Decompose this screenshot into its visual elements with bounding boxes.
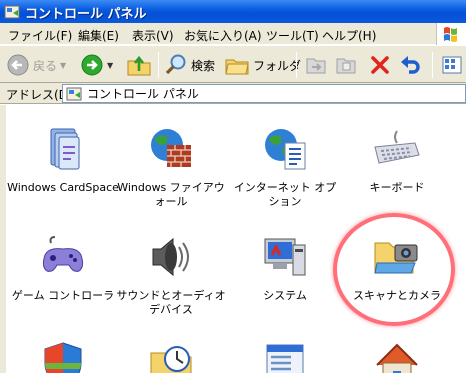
menu-favorites[interactable]: お気に入り(A): [184, 27, 262, 44]
back-dropdown-icon[interactable]: ▼: [60, 61, 66, 70]
item-keyboard[interactable]: キーボード: [341, 125, 453, 195]
control-panel-icon: [66, 87, 82, 100]
delete-button[interactable]: [368, 51, 392, 79]
menu-view[interactable]: 表示(V): [132, 27, 174, 44]
up-folder-button[interactable]: [126, 51, 152, 79]
scheduled-tasks-icon: [150, 346, 192, 373]
game-controller-icon: [42, 236, 84, 272]
undo-icon: [401, 56, 420, 74]
item-taskbar-start-menu[interactable]: [229, 341, 341, 373]
undo-button[interactable]: [398, 51, 422, 79]
folders-icon: [225, 59, 249, 75]
item-user-accounts[interactable]: [341, 341, 453, 373]
up-folder-icon: [127, 55, 151, 76]
item-windows-firewall[interactable]: Windows ファイアウォール: [115, 125, 227, 209]
menu-bar: ファイル(F) 編集(E) 表示(V) お気に入り(A) ツール(T) ヘルプ(…: [0, 23, 466, 45]
toolbar-separator: [296, 52, 297, 78]
cardspace-icon: [50, 128, 80, 170]
item-label: Windows CardSpace: [7, 181, 119, 194]
house-icon: [376, 343, 418, 373]
toolbar-separator: [158, 52, 159, 78]
address-bar: アドレス(D) コントロール パネル: [0, 83, 466, 104]
item-label: スキャナとカメラ: [353, 289, 441, 302]
item-windows-cardspace[interactable]: Windows CardSpace: [7, 125, 119, 195]
item-scheduled-tasks[interactable]: [115, 341, 227, 373]
speaker-icon: [152, 237, 189, 277]
keyboard-icon: [374, 130, 420, 164]
item-scanners-cameras[interactable]: スキャナとカメラ: [341, 233, 453, 303]
taskbar-icon: [266, 344, 304, 373]
item-sound-audio-devices[interactable]: サウンドとオーディオ デバイス: [115, 233, 227, 317]
search-icon: [165, 54, 186, 75]
delete-x-icon: [371, 56, 389, 74]
title-bar[interactable]: コントロール パネル: [0, 0, 466, 23]
toolbar: 戻る ▼ ▼ 検索 フォルダ: [0, 45, 466, 83]
explorer-window: コントロール パネル ファイル(F) 編集(E) 表示(V) お気に入り(A) …: [0, 0, 466, 373]
scanner-camera-icon: [374, 242, 418, 274]
firewall-icon: [151, 129, 191, 167]
toolbar-separator: [432, 52, 433, 78]
system-icon: [264, 238, 306, 276]
control-panel-items: Windows CardSpace Windows ファイアウォール インターネ…: [0, 105, 466, 373]
back-button[interactable]: 戻る ▼: [6, 51, 66, 79]
search-label: 検索: [191, 58, 216, 73]
folders-label: フォルダ: [253, 58, 302, 73]
item-internet-options[interactable]: インターネット オプション: [229, 125, 341, 209]
move-to-icon: [306, 58, 326, 74]
control-panel-icon: [4, 5, 20, 19]
item-label: キーボード: [369, 181, 425, 194]
item-game-controllers[interactable]: ゲーム コントローラ: [7, 233, 119, 303]
menu-tools[interactable]: ツール(T): [266, 27, 319, 44]
menu-file[interactable]: ファイル(F): [8, 27, 72, 44]
copy-to-icon: [336, 58, 356, 74]
views-icon: [442, 56, 462, 74]
item-label: システム: [263, 289, 307, 302]
move-to-button[interactable]: [304, 51, 328, 79]
windows-logo-icon: [436, 23, 466, 45]
item-label: Windows ファイアウォール: [117, 181, 225, 208]
copy-to-button[interactable]: [334, 51, 358, 79]
shield-icon: [44, 342, 82, 373]
menu-edit[interactable]: 編集(E): [78, 27, 119, 44]
window-title: コントロール パネル: [25, 7, 147, 22]
internet-options-icon: [265, 129, 306, 170]
item-label: サウンドとオーディオ デバイス: [116, 289, 226, 316]
back-label: 戻る: [33, 58, 58, 73]
search-button[interactable]: 検索: [164, 51, 215, 79]
forward-arrow-icon: [81, 54, 103, 76]
folders-button[interactable]: フォルダ: [224, 51, 301, 79]
address-field[interactable]: コントロール パネル: [62, 84, 466, 103]
forward-button[interactable]: ▼: [80, 51, 113, 79]
item-label: ゲーム コントローラ: [11, 289, 115, 302]
menu-help[interactable]: ヘルプ(H): [322, 27, 376, 44]
item-system[interactable]: システム: [229, 233, 341, 303]
forward-dropdown-icon[interactable]: ▼: [107, 61, 113, 70]
address-value: コントロール パネル: [87, 87, 199, 101]
back-arrow-icon: [7, 54, 29, 76]
item-security-center[interactable]: [7, 341, 119, 373]
views-button[interactable]: [440, 51, 464, 79]
item-label: インターネット オプション: [233, 181, 337, 208]
